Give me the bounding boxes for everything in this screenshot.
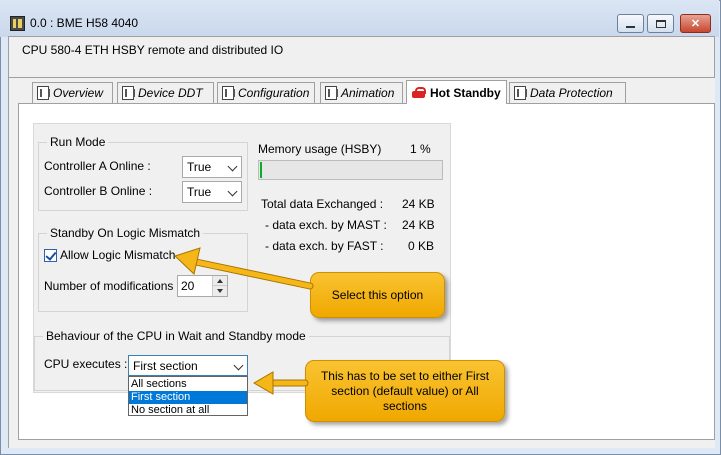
chevron-down-icon <box>227 161 238 172</box>
tab-label: Animation <box>341 86 395 100</box>
stepper-down-button[interactable] <box>213 286 227 296</box>
stepper-up-button[interactable] <box>213 276 227 286</box>
mast-exchanged-value: 24 KB <box>402 218 435 232</box>
allow-logic-mismatch-label[interactable]: Allow Logic Mismatch <box>60 248 175 262</box>
tab-label: Configuration <box>238 86 310 100</box>
tab-label: Data Protection <box>530 86 613 100</box>
app-icon <box>10 16 25 31</box>
module-icon <box>37 86 50 100</box>
device-description: CPU 580-4 ETH HSBY remote and distribute… <box>22 43 284 57</box>
allow-logic-mismatch-checkbox[interactable] <box>44 249 57 262</box>
memory-usage-value: 1 % <box>410 142 431 156</box>
stepper-buttons <box>212 276 227 296</box>
close-button[interactable]: ✕ <box>680 14 711 33</box>
cpu-executes-value: First section <box>133 358 198 373</box>
total-exchanged-label: Total data Exchanged : <box>261 197 384 211</box>
tab-label: Hot Standby <box>430 85 501 100</box>
maximize-button[interactable] <box>647 14 674 33</box>
modifications-label: Number of modifications : <box>44 279 181 293</box>
modifications-value: 20 <box>181 279 195 293</box>
controller-b-select[interactable]: True <box>182 181 242 203</box>
standby-mismatch-group: Standby On Logic Mismatch <box>38 226 248 312</box>
behaviour-legend: Behaviour of the CPU in Wait and Standby… <box>46 329 306 343</box>
module-icon <box>222 86 235 100</box>
controller-a-value: True <box>187 160 212 174</box>
mast-exchanged-label: - data exch. by MAST : <box>265 218 387 232</box>
memory-usage-label: Memory usage (HSBY) <box>258 142 382 156</box>
callout-executes-note: This has to be set to either First secti… <box>305 360 505 422</box>
callout-select-option: Select this option <box>310 272 445 318</box>
close-icon: ✕ <box>690 18 701 30</box>
chevron-down-icon <box>233 360 244 371</box>
cpu-executes-label: CPU executes : <box>44 357 128 371</box>
modifications-stepper[interactable]: 20 <box>177 275 228 297</box>
memory-usage-fill <box>260 162 262 178</box>
tab-device-ddt[interactable]: Device DDT <box>117 82 214 103</box>
dropdown-option-all-sections[interactable]: All sections <box>129 378 247 391</box>
controller-b-label: Controller B Online : <box>44 184 153 198</box>
tab-data-protection[interactable]: Data Protection <box>509 82 626 103</box>
tab-hot-standby[interactable]: Hot Standby <box>406 80 507 104</box>
tab-animation[interactable]: Animation <box>320 82 403 103</box>
total-exchanged-value: 24 KB <box>402 197 435 211</box>
controller-b-value: True <box>187 185 212 199</box>
callout-text: Select this option <box>331 288 424 302</box>
maximize-icon <box>655 19 666 28</box>
tab-overview[interactable]: Overview <box>32 82 113 103</box>
dropdown-option-first-section[interactable]: First section <box>129 391 247 404</box>
fast-exchanged-value: 0 KB <box>408 239 435 253</box>
window-title: 0.0 : BME H58 4040 <box>30 16 139 30</box>
fast-exchanged-label: - data exch. by FAST : <box>265 239 384 253</box>
module-icon <box>325 86 338 100</box>
run-mode-legend: Run Mode <box>50 135 106 149</box>
cpu-executes-select[interactable]: First section <box>128 355 248 376</box>
controller-a-select[interactable]: True <box>182 156 242 178</box>
hot-standby-icon <box>411 86 426 99</box>
tab-label: Overview <box>53 86 104 100</box>
minimize-icon <box>626 25 635 28</box>
tab-configuration[interactable]: Configuration <box>217 82 315 103</box>
callout-text: This has to be set to either First secti… <box>320 368 490 413</box>
module-icon <box>122 86 135 100</box>
chevron-down-icon <box>227 186 238 197</box>
module-icon <box>514 86 527 100</box>
standby-mismatch-legend: Standby On Logic Mismatch <box>50 226 201 240</box>
memory-usage-bar <box>258 160 443 180</box>
dropdown-option-no-section[interactable]: No section at all <box>129 404 247 417</box>
cpu-executes-dropdown: All sections First section No section at… <box>128 376 248 416</box>
minimize-button[interactable] <box>617 14 644 33</box>
tab-label: Device DDT <box>138 86 203 100</box>
controller-a-label: Controller A Online : <box>44 159 151 173</box>
